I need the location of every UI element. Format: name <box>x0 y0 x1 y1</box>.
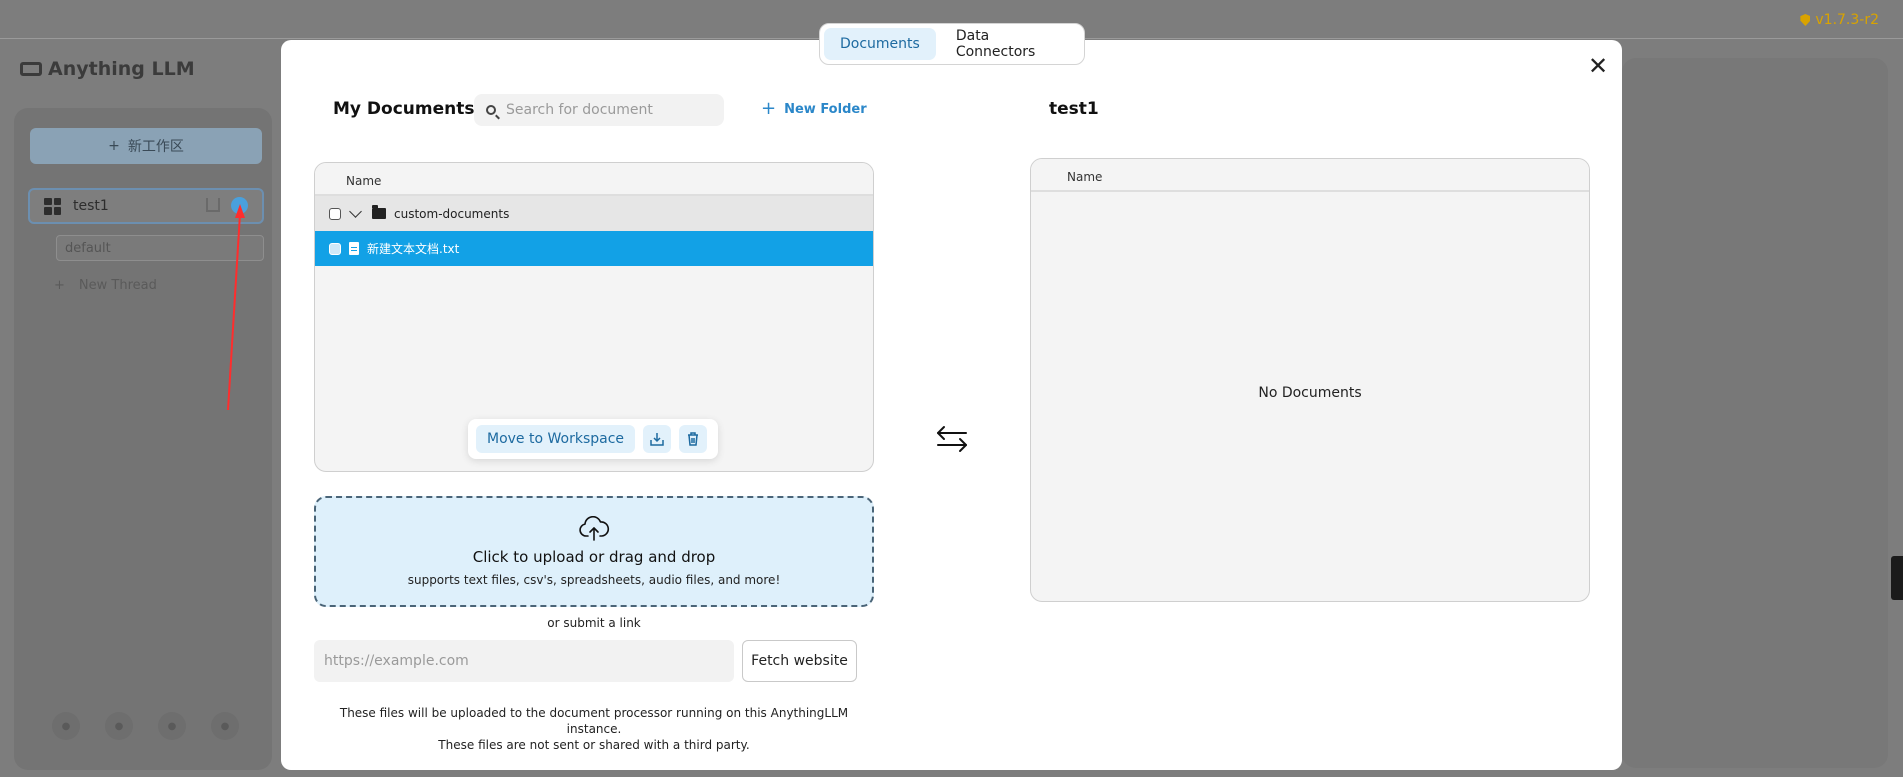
search-icon <box>486 105 496 115</box>
swap-arrows-icon <box>937 426 967 452</box>
search-input[interactable] <box>506 102 706 118</box>
file-name: 新建文本文档.txt <box>367 242 460 256</box>
trash-icon[interactable] <box>679 425 708 453</box>
upload-subtitle: supports text files, csv's, spreadsheets… <box>407 573 781 587</box>
upload-title: Click to upload or drag and drop <box>472 548 716 566</box>
tab-documents[interactable]: Documents <box>824 28 936 60</box>
or-submit-link-label: or submit a link <box>547 616 641 630</box>
chevron-down-icon[interactable] <box>349 205 362 218</box>
my-documents-title: My Documents <box>333 99 475 119</box>
download-tray-icon[interactable] <box>643 425 672 453</box>
disclaimer-line-1: These files will be uploaded to the docu… <box>339 706 849 736</box>
new-folder-button[interactable]: + New Folder <box>761 100 867 118</box>
upload-disclaimer: These files will be uploaded to the docu… <box>314 705 874 753</box>
upload-dropzone[interactable]: Click to upload or drag and drop support… <box>314 496 874 607</box>
document-search <box>474 94 724 126</box>
column-header-name: Name <box>1031 159 1589 192</box>
url-input[interactable] <box>314 640 734 682</box>
folder-row[interactable]: custom-documents <box>315 196 873 231</box>
new-folder-label: New Folder <box>784 101 867 117</box>
tab-data-connectors[interactable]: Data Connectors <box>940 28 1080 60</box>
plus-icon: + <box>761 98 777 119</box>
file-icon <box>349 242 359 255</box>
folder-checkbox[interactable] <box>329 207 341 220</box>
folder-name: custom-documents <box>394 206 510 221</box>
file-row[interactable]: 新建文本文档.txt <box>315 231 873 266</box>
column-header-name: Name <box>315 163 873 196</box>
fetch-website-button[interactable]: Fetch website <box>742 640 857 682</box>
empty-state-text: No Documents <box>1258 385 1362 401</box>
selection-action-bar: Move to Workspace <box>468 419 718 459</box>
workspace-documents-list: Name No Documents <box>1030 158 1590 602</box>
folder-icon <box>372 205 386 219</box>
cloud-upload-icon <box>579 516 610 541</box>
file-checkbox[interactable] <box>329 242 341 255</box>
disclaimer-line-2: These files are not sent or shared with … <box>438 738 750 752</box>
workspace-title: test1 <box>1049 99 1099 119</box>
modal-tabs: Documents Data Connectors <box>819 23 1085 65</box>
move-to-workspace-button[interactable]: Move to Workspace <box>476 425 636 453</box>
close-icon[interactable]: ✕ <box>1586 54 1610 78</box>
